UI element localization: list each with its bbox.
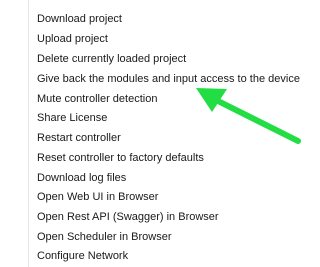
- menu-item-reset-factory-defaults[interactable]: Reset controller to factory defaults: [0, 149, 308, 168]
- menu-item-mute-controller-detection[interactable]: Mute controller detection: [0, 90, 308, 109]
- menu-item-open-rest-api[interactable]: Open Rest API (Swagger) in Browser: [0, 208, 308, 227]
- menu-item-download-log-files[interactable]: Download log files: [0, 169, 308, 188]
- menu-item-share-license[interactable]: Share License: [0, 109, 308, 128]
- menu-item-delete-loaded-project[interactable]: Delete currently loaded project: [0, 50, 308, 69]
- menu-item-open-web-ui[interactable]: Open Web UI in Browser: [0, 188, 308, 207]
- menu-item-open-scheduler[interactable]: Open Scheduler in Browser: [0, 228, 308, 247]
- menu-item-upload-project[interactable]: Upload project: [0, 30, 308, 49]
- menu-item-give-back-modules[interactable]: Give back the modules and input access t…: [0, 70, 308, 89]
- menu-item-restart-controller[interactable]: Restart controller: [0, 129, 308, 148]
- menu-item-configure-network[interactable]: Configure Network: [0, 247, 308, 266]
- menu-item-download-project[interactable]: Download project: [0, 10, 308, 29]
- context-menu: Download project Upload project Delete c…: [0, 0, 308, 267]
